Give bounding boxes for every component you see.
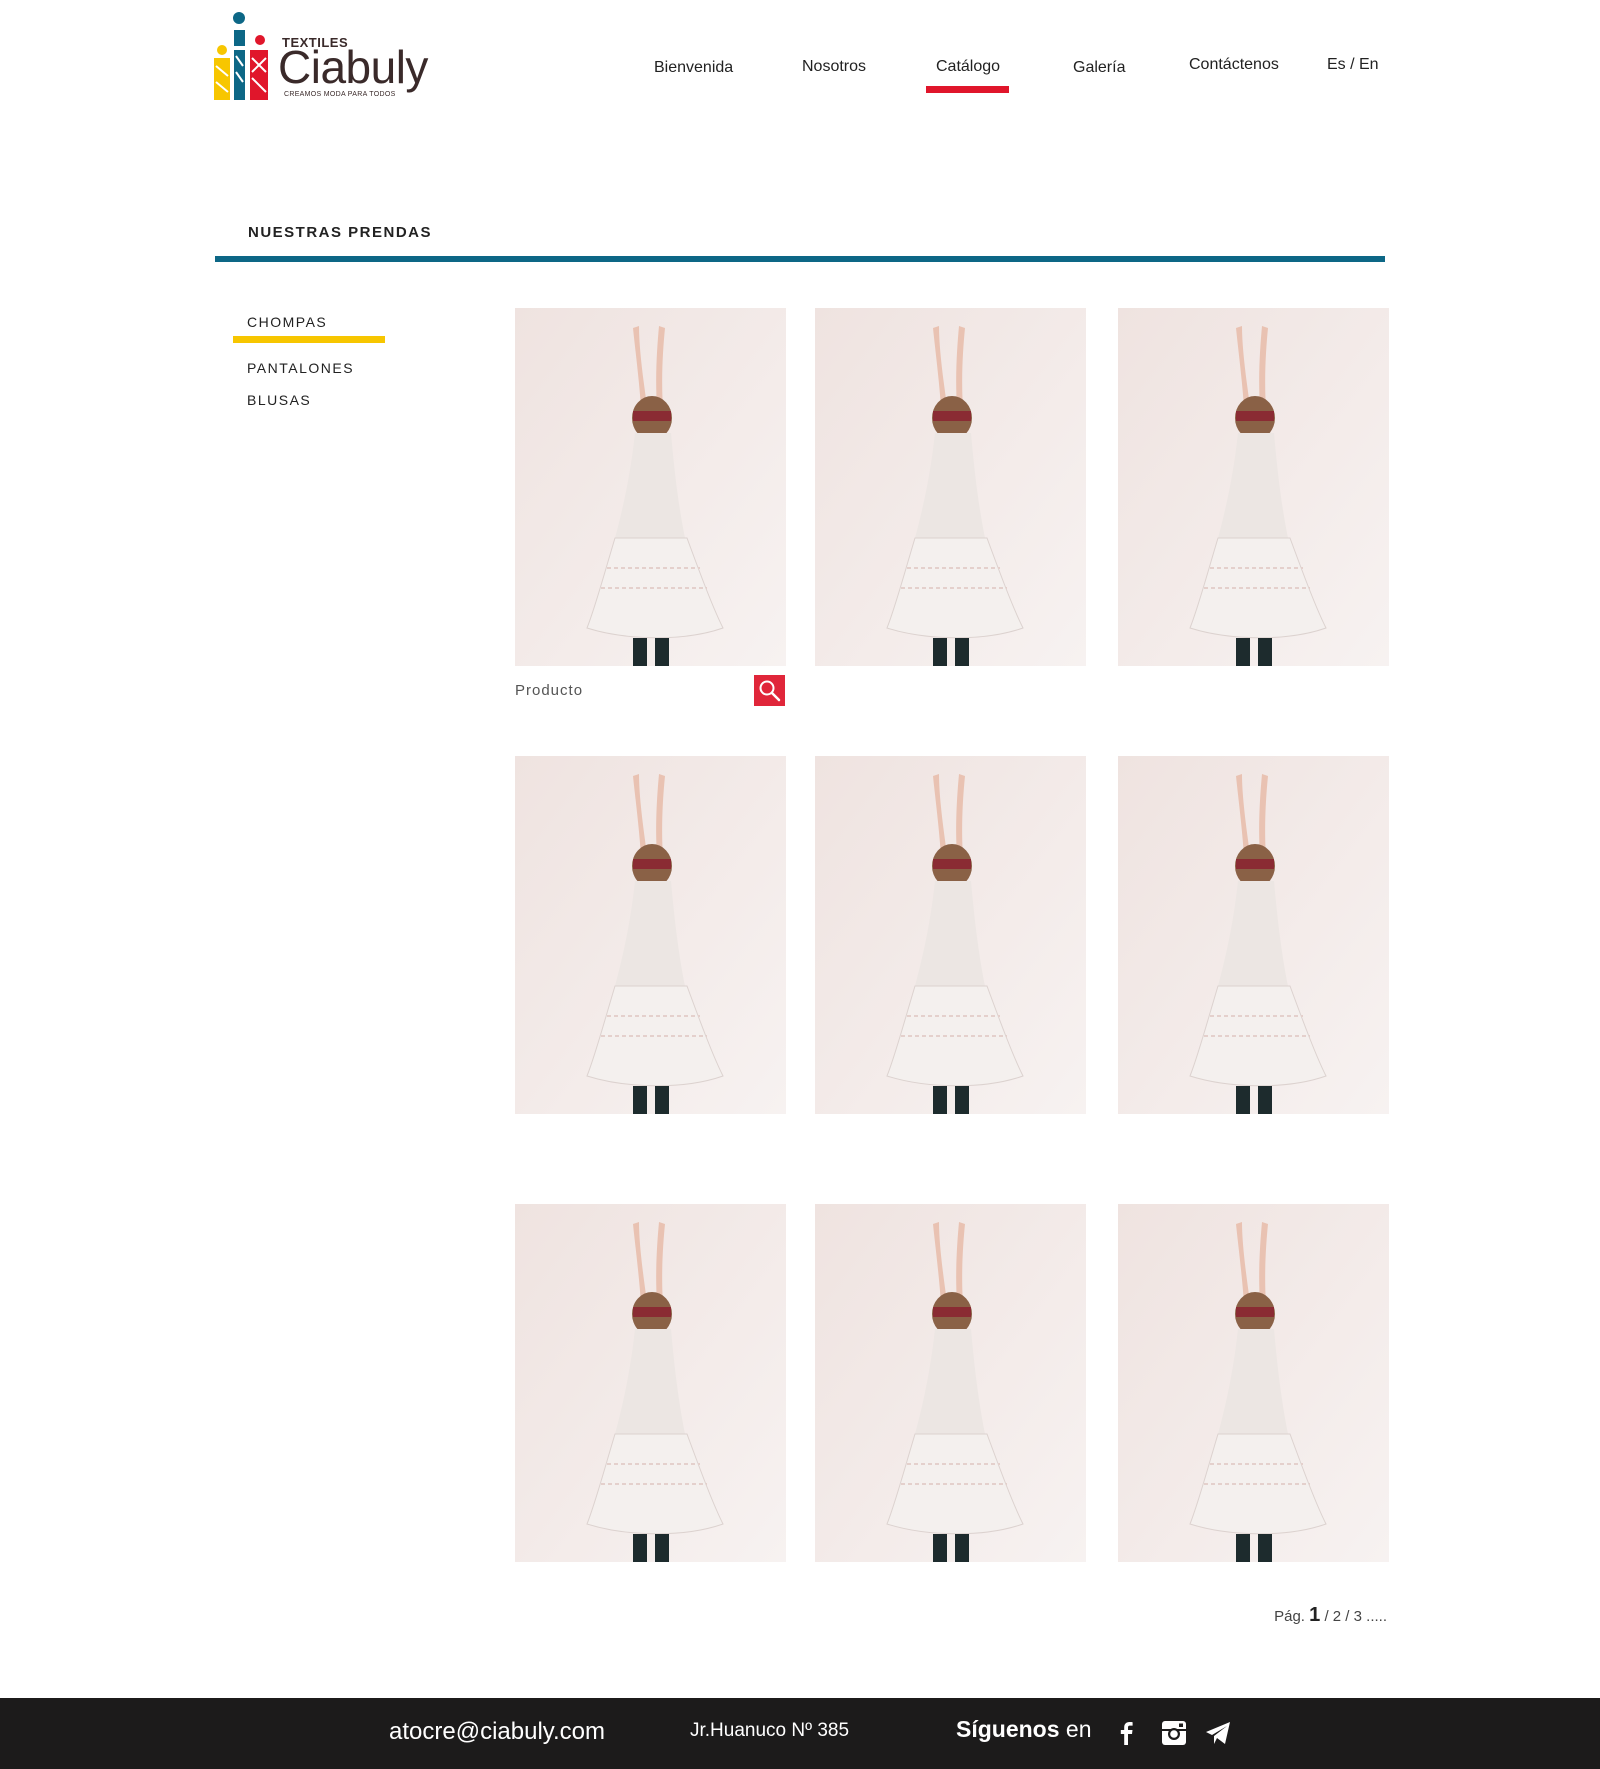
nav-item-galeria[interactable]: Galería <box>1073 59 1125 77</box>
page-current[interactable]: 1 <box>1309 1604 1320 1626</box>
product-image <box>815 1204 1086 1562</box>
nav-item-bienvenida[interactable]: Bienvenida <box>654 59 733 77</box>
search-icon <box>759 680 781 702</box>
product-image <box>1118 756 1389 1114</box>
product-image <box>815 756 1086 1114</box>
telegram-icon[interactable] <box>1203 1718 1233 1748</box>
product-image <box>1118 308 1389 666</box>
category-active-indicator <box>233 336 385 343</box>
footer-follow-label: Síguenos en <box>956 1716 1092 1743</box>
pagination-prefix: Pág. <box>1274 1608 1305 1625</box>
product-card[interactable] <box>815 756 1086 1114</box>
product-card[interactable] <box>515 308 786 666</box>
product-image <box>815 308 1086 666</box>
page-3[interactable]: 3 <box>1354 1608 1362 1625</box>
page-2[interactable]: 2 <box>1333 1608 1341 1625</box>
footer-email[interactable]: atocre@ciabuly.com <box>389 1718 605 1746</box>
product-card[interactable] <box>1118 308 1389 666</box>
nav-active-indicator <box>926 86 1009 93</box>
product-card[interactable] <box>815 1204 1086 1562</box>
category-chompas[interactable]: CHOMPAS <box>247 314 327 330</box>
product-card[interactable] <box>515 756 786 1114</box>
footer-address: Jr.Huanuco Nº 385 <box>690 1720 850 1741</box>
section-divider <box>215 256 1385 262</box>
product-image <box>515 1204 786 1562</box>
zoom-button[interactable] <box>754 675 785 706</box>
language-switcher[interactable]: Es / En <box>1327 56 1379 74</box>
page-separator: / <box>1324 1608 1333 1625</box>
product-card[interactable] <box>1118 1204 1389 1562</box>
nav-item-nosotros[interactable]: Nosotros <box>802 58 866 76</box>
facebook-icon[interactable] <box>1111 1718 1141 1748</box>
product-image <box>515 308 786 666</box>
product-image <box>515 756 786 1114</box>
product-image <box>1118 1204 1389 1562</box>
category-pantalones[interactable]: PANTALONES <box>247 360 354 376</box>
follow-rest: en <box>1059 1716 1092 1742</box>
follow-bold: Síguenos <box>956 1716 1060 1742</box>
nav-item-catalogo[interactable]: Catálogo <box>936 58 1000 76</box>
pagination: Pág. 1 / 2 / 3 ..... <box>1274 1604 1387 1627</box>
footer: atocre@ciabuly.com Jr.Huanuco Nº 385 Síg… <box>0 1698 1600 1769</box>
product-label[interactable]: Producto <box>515 682 583 699</box>
product-card[interactable] <box>515 1204 786 1562</box>
page-separator: / <box>1345 1608 1354 1625</box>
main-nav: Bienvenida Nosotros Catálogo Galería Con… <box>0 0 1600 110</box>
page-ellipsis: ..... <box>1366 1608 1387 1625</box>
instagram-icon[interactable] <box>1159 1718 1189 1748</box>
category-blusas[interactable]: BLUSAS <box>247 392 311 408</box>
nav-item-contactenos[interactable]: Contáctenos <box>1189 56 1279 74</box>
product-card[interactable] <box>1118 756 1389 1114</box>
section-title: NUESTRAS PRENDAS <box>248 224 433 241</box>
product-card[interactable] <box>815 308 1086 666</box>
